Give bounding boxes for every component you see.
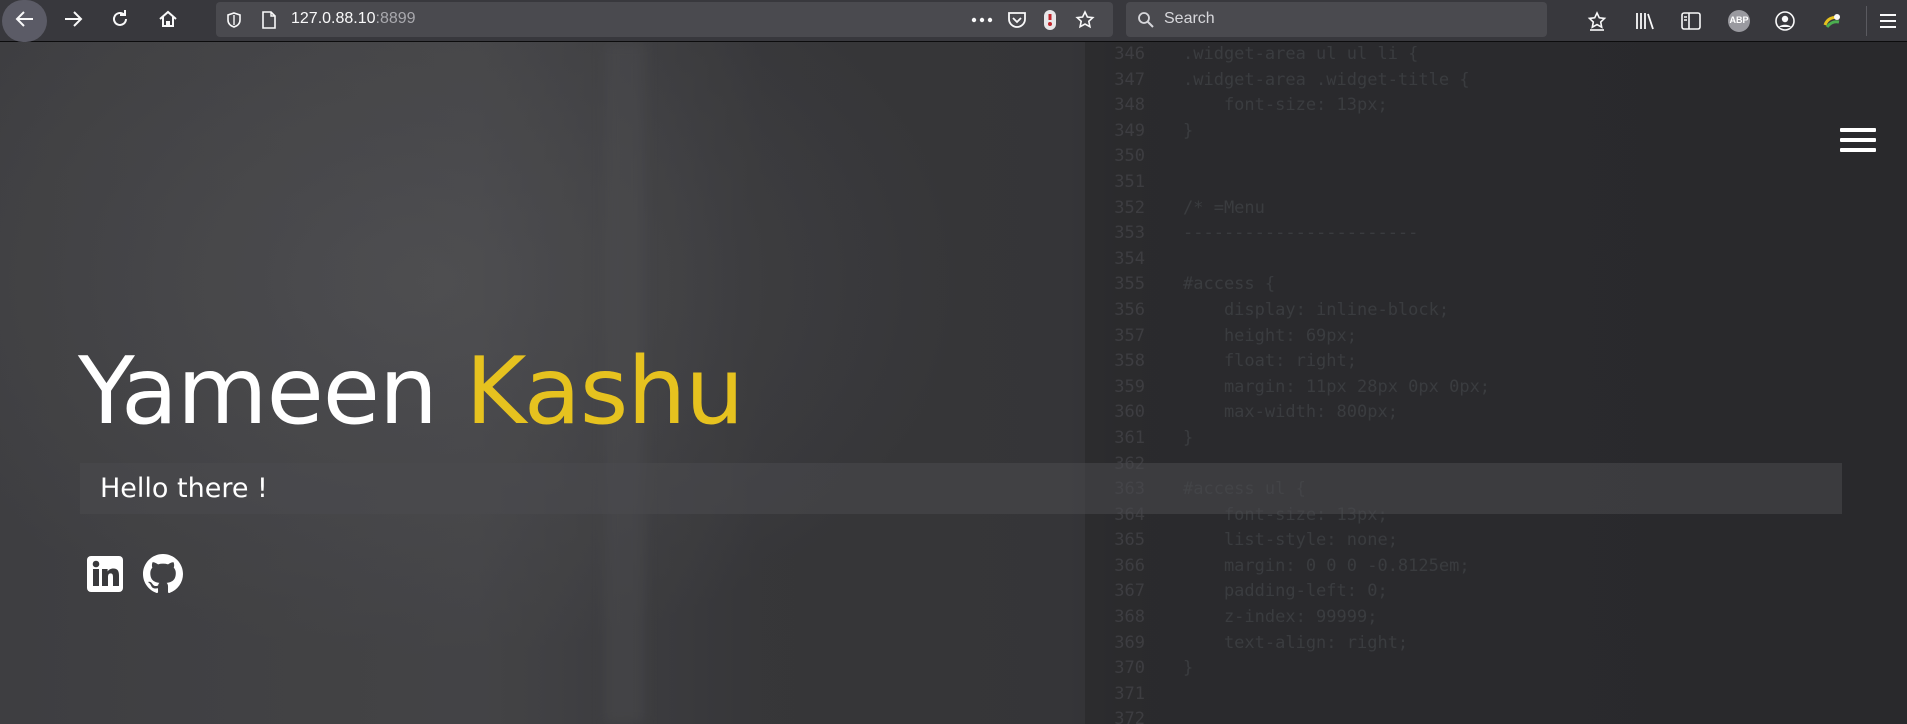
page-info-icon[interactable] (258, 9, 280, 31)
adblock-icon[interactable]: ABP (1726, 8, 1752, 34)
hamburger-menu-icon[interactable] (1875, 8, 1901, 34)
forward-arrow-icon (62, 8, 84, 34)
first-name: Yameen (78, 337, 438, 445)
browser-toolbar: 127.0.88.10:8899 Search ABP (0, 0, 1907, 42)
library-icon[interactable] (1632, 8, 1658, 34)
name-heading: Yameen Kashu (78, 336, 745, 446)
last-name: Kashu (465, 337, 745, 445)
extension-badge-icon[interactable] (1039, 9, 1061, 31)
page-actions-icon[interactable] (971, 9, 993, 31)
toolbar-divider (1866, 6, 1867, 36)
url-port: :8899 (375, 10, 416, 27)
bookmark-star-icon[interactable] (1074, 9, 1096, 31)
home-button[interactable] (150, 3, 186, 39)
extension-color-icon[interactable] (1819, 8, 1845, 34)
bookmarks-star-icon[interactable] (1584, 8, 1610, 34)
adblock-label: ABP (1729, 15, 1749, 25)
sidebar-toggle-icon[interactable] (1678, 8, 1704, 34)
greeting-text: Hello there ! (100, 473, 268, 504)
site-menu-button[interactable] (1840, 128, 1876, 154)
pocket-icon[interactable] (1006, 9, 1028, 31)
home-icon (157, 8, 179, 34)
reload-button[interactable] (102, 3, 138, 39)
url-host: 127.0.88.10 (291, 10, 376, 27)
back-button[interactable] (2, 0, 47, 42)
github-link[interactable] (142, 554, 184, 598)
forward-button[interactable] (55, 3, 91, 39)
search-placeholder: Search (1164, 10, 1215, 27)
account-icon[interactable] (1772, 8, 1798, 34)
search-bar[interactable]: Search (1126, 2, 1547, 37)
linkedin-link[interactable] (84, 555, 126, 597)
github-icon (143, 554, 183, 598)
back-arrow-icon (14, 8, 36, 34)
linkedin-icon (86, 555, 124, 597)
search-icon (1135, 9, 1157, 31)
greeting-banner: Hello there ! (80, 463, 1842, 514)
shield-icon[interactable] (223, 9, 245, 31)
reload-icon (109, 8, 131, 34)
url-bar[interactable]: 127.0.88.10:8899 (216, 2, 1113, 37)
url-text[interactable]: 127.0.88.10:8899 (291, 10, 416, 28)
